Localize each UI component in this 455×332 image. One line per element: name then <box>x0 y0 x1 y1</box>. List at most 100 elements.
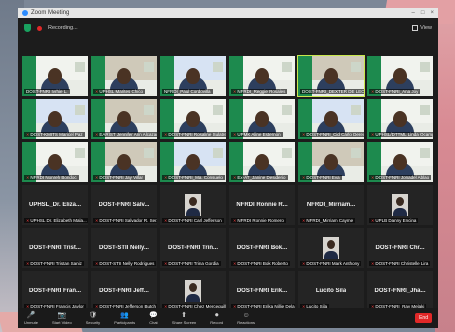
toolbar-shield-button[interactable]: 🛡 Security <box>86 312 100 325</box>
video-background-shelf <box>75 105 85 115</box>
participant-tile[interactable]: DOST-STII Nelly... ✕ DOST-STII Nelly Rodri… <box>91 228 157 268</box>
participant-name-label: ✕ DOST-FNRI Trina Gordia <box>162 261 221 266</box>
participant-tile[interactable]: ✕ UPHSL/DTTML Linda Ocampo <box>367 99 433 139</box>
toolbar-record-button[interactable]: ⏺ Record <box>210 312 223 325</box>
participant-display-name: DOST-FNRI Erik... <box>236 288 288 294</box>
participant-head <box>324 111 338 127</box>
participant-head <box>393 154 407 170</box>
participant-name-label: ✕ DOST-FNRI Bok Roberto <box>231 261 290 266</box>
maximize-icon[interactable]: □ <box>421 10 425 16</box>
toolbar-people-button[interactable]: 👥 Participants <box>114 312 135 325</box>
toolbar-share-button[interactable]: ⬆ Share Screen <box>172 312 196 325</box>
encryption-shield-icon[interactable] <box>24 24 31 32</box>
participant-name-text: NFRDI_Paul Cordovilla <box>164 89 211 94</box>
toolbar-microphone-button[interactable]: 🎤 Unmute <box>24 312 38 325</box>
participant-name-label: DOST-FNRI_DEXTER DE LEON <box>300 89 364 94</box>
participant-display-name: NFRDI Ronnie R... <box>236 202 288 208</box>
participant-head <box>48 111 62 127</box>
toolbar-item-label: Chat <box>149 319 158 325</box>
end-meeting-button[interactable]: End <box>415 313 432 323</box>
muted-mic-icon: ✕ <box>164 132 168 137</box>
participant-name-text: DOST-STII Nelly Rodrigues <box>99 261 155 266</box>
participant-tile[interactable]: ✕ DOST-FNRI Jonadel Ablao <box>367 142 433 182</box>
toolbar-camera-button[interactable]: 📷 Start Video <box>52 312 72 325</box>
muted-mic-icon: ✕ <box>26 175 30 180</box>
participant-name-text: UPHSL/DTTML Linda Ocampo <box>375 132 433 137</box>
participant-display-name: DOST-FNRI Trist... <box>29 245 81 251</box>
participant-name-label: ✕ NFRDI Nonreh Bondoc <box>24 175 79 180</box>
participant-tile[interactable]: ✕ UPMK Aline Esternon <box>229 99 295 139</box>
toolbar-chat-button[interactable]: 💬 Chat <box>149 312 158 325</box>
participant-name-text: DOST-FNRI Christelle Lira <box>375 261 429 266</box>
participant-head <box>324 154 338 170</box>
participant-grid: DOST-FNRI Ivrhie L. ✕ UPHSL Marites Chico N… <box>22 55 434 311</box>
muted-mic-icon: ✕ <box>164 175 168 180</box>
participant-name-text: DOST-FNRI Bok Roberto <box>237 261 288 266</box>
participant-tile[interactable]: ✕ DOST-FNRI Jay Villar <box>91 142 157 182</box>
participant-tile[interactable]: ✕ DOST-FNRI_Ma. Consuelo <box>160 142 226 182</box>
participant-display-name: UPHSL_Dr. Eliza... <box>28 202 82 208</box>
participant-tile[interactable]: ✕ DOST-FNRI Eva <box>298 142 364 182</box>
participant-tile[interactable]: ✕ DOST-FNRI Carl Jefferson <box>160 185 226 225</box>
participant-tile[interactable]: ✕ UPHSL Marites Chico <box>91 56 157 96</box>
participant-tile[interactable]: ✕ DOST-KMITS Maricel Paz <box>22 99 88 139</box>
participant-name-label: ✕ UPHSL Dr. Elizabeth Mala... <box>24 218 88 223</box>
participant-tile[interactable]: ✕ UPLB Danny Encina <box>367 185 433 225</box>
minimize-icon[interactable]: – <box>412 10 415 16</box>
participant-tile[interactable]: ✕ DOST-FNRI Chez Merceguillo <box>160 271 226 311</box>
participant-name-text: DOST-KMITS Maricel Paz <box>30 132 83 137</box>
participant-tile[interactable]: ✕ DOST-FNRI Rosaline Sulatre <box>160 99 226 139</box>
toolbar-smile-button[interactable]: ☺ Reactions <box>237 312 255 325</box>
participant-tile[interactable]: DOST-FNRI Chr... ✕ DOST-FNRI Christelle Li… <box>367 228 433 268</box>
participant-name-text: DOST-FNRI Jonadel Ablao <box>375 175 430 180</box>
participant-display-name: Lucito Sila <box>315 288 347 294</box>
participant-name-text: UPHSL Marites Chico <box>99 89 143 94</box>
participant-name-label: ✕ DOST-FNRI Salvador R. Ser... <box>93 218 157 223</box>
participant-tile[interactable]: ✕ NFRDI Nonreh Bondoc <box>22 142 88 182</box>
close-icon[interactable]: × <box>430 10 434 16</box>
participant-tile[interactable]: ✕ DOST-FNRI Mark Anthony <box>298 228 364 268</box>
participant-tile[interactable]: NFRDI_Paul Cordovilla <box>160 56 226 96</box>
participant-tile[interactable]: DOST-FNRI_DEXTER DE LEON <box>297 55 365 97</box>
participant-tile[interactable]: ✕ DOST-FNRI_Cid Carlo Derecho <box>298 99 364 139</box>
participant-tile[interactable]: DOST-FNRI Erik... ✕ DOST-FNRI Erika Nillie… <box>229 271 295 311</box>
participant-head <box>48 154 62 170</box>
participant-tile[interactable]: DOST-FNRI Bok... ✕ DOST-FNRI Bok Roberto <box>229 228 295 268</box>
participant-tile[interactable]: DOST-FNRI Trin... ✕ DOST-FNRI Trina Gordia <box>160 228 226 268</box>
participant-display-name: NFRDI_Mirriam... <box>306 202 356 208</box>
participant-tile[interactable]: DOST-FNRI Trist... ✕ DOST-FNRI Tristan San… <box>22 228 88 268</box>
muted-mic-icon: ✕ <box>233 261 237 266</box>
participant-name-text: DOST-FNRI Jay Villar <box>99 175 144 180</box>
smile-icon: ☺ <box>242 311 250 319</box>
muted-mic-icon: ✕ <box>302 261 306 266</box>
participant-tile[interactable]: UPHSL_Dr. Eliza... ✕ UPHSL Dr. Elizabeth M… <box>22 185 88 225</box>
muted-mic-icon: ✕ <box>233 89 237 94</box>
participant-head <box>186 68 200 84</box>
participant-tile[interactable]: ✕ DOST-FNRI_Ana Joy <box>367 56 433 96</box>
view-button[interactable]: View <box>412 25 432 31</box>
participant-name-text: DOST-FNRI_Cid Carlo Derecho <box>306 132 364 137</box>
participant-tile[interactable]: ✕ NFRDI_Reggie Rosales <box>229 56 295 96</box>
participant-name-label: DOST-FNRI Ivrhie L. <box>24 89 70 94</box>
participant-tile[interactable]: DOST-FNRI Fran... ✕ DOST-FNRI Francis Jayl… <box>22 271 88 311</box>
participant-tile[interactable]: DOST-FNRI Ivrhie L. <box>22 56 88 96</box>
background-right <box>435 0 455 332</box>
participant-tile[interactable]: ✕ EARIST Jennifer Ann Alcazar <box>91 99 157 139</box>
muted-mic-icon: ✕ <box>371 132 375 137</box>
participant-head <box>48 68 62 84</box>
participant-tile[interactable]: NFRDI_Mirriam... ✕ NFRDI_Mirriam Cayme <box>298 185 364 225</box>
participant-tile[interactable]: DOST-FNRI Salv... ✕ DOST-FNRI Salvador R. … <box>91 185 157 225</box>
participant-tile[interactable]: Lucito Sila ✕ Lucito Sila <box>298 271 364 311</box>
video-background-shelf <box>144 105 154 115</box>
participant-name-label: ✕ Ex-AT_Janine Desiderio <box>231 175 288 180</box>
recording-label[interactable]: Recording... <box>48 25 78 31</box>
participant-head <box>393 111 407 127</box>
muted-mic-icon: ✕ <box>95 175 99 180</box>
zoom-window: Zoom Meeting – □ × Recording... View DOS… <box>18 8 438 328</box>
participant-display-name: DOST-FNRI Trin... <box>167 245 218 251</box>
video-background-shelf <box>420 62 430 72</box>
participant-tile[interactable]: DOST-FNRI Jeff... ✕ DOST-FNRI Jefferson Bu… <box>91 271 157 311</box>
participant-tile[interactable]: ✕ Ex-AT_Janine Desiderio <box>229 142 295 182</box>
participant-tile[interactable]: NFRDI Ronnie R... ✕ NFRDI Ronnie Romero <box>229 185 295 225</box>
participant-tile[interactable]: DOST-FNRI_Jha... ✕ DOST-FNRI_Ray Melaki <box>367 271 433 311</box>
